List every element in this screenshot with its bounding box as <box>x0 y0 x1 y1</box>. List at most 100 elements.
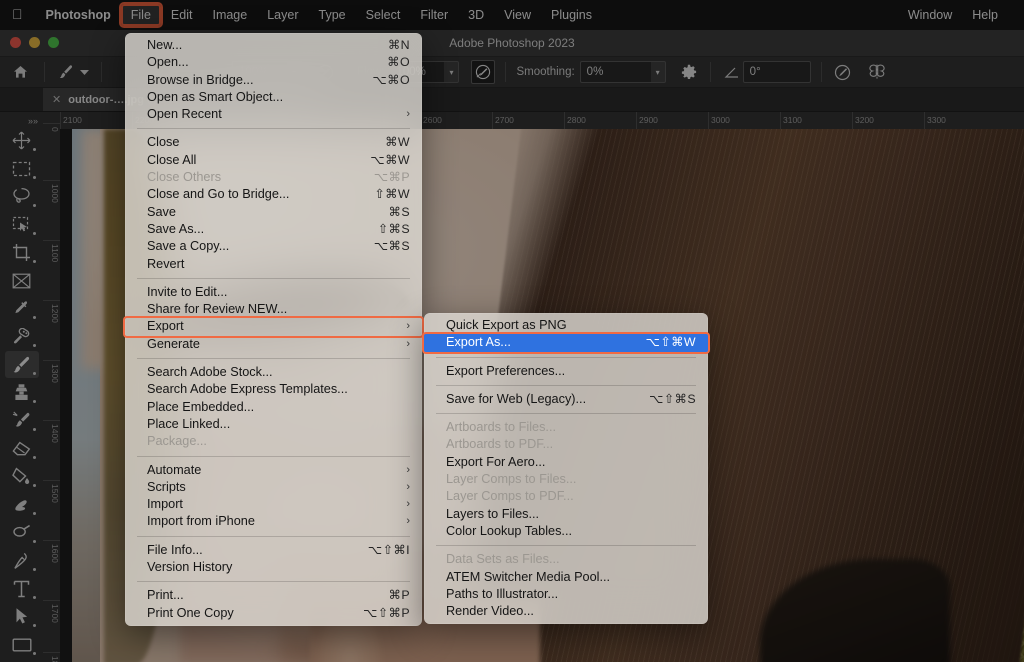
close-icon[interactable]: ✕ <box>52 93 61 106</box>
menu-separator <box>436 545 696 546</box>
menubar-item-filter[interactable]: Filter <box>410 4 458 26</box>
chevron-down-icon[interactable] <box>77 61 91 83</box>
file-menu-item-print[interactable]: Print...⌘P <box>125 587 422 604</box>
file-menu-item-scripts[interactable]: Scripts› <box>125 479 422 496</box>
blur-tool[interactable] <box>5 491 39 518</box>
pen-tool[interactable] <box>5 547 39 574</box>
angle-value[interactable]: 0° <box>743 61 811 83</box>
menubar-item-3d[interactable]: 3D <box>458 4 494 26</box>
menubar-item-select[interactable]: Select <box>356 4 411 26</box>
file-menu-item-import[interactable]: Import› <box>125 496 422 513</box>
file-menu-item-share-for-review-new[interactable]: Share for Review NEW... <box>125 301 422 318</box>
export-menu-item-atem-switcher-media-pool[interactable]: ATEM Switcher Media Pool... <box>424 569 708 586</box>
menubar-item-plugins[interactable]: Plugins <box>541 4 602 26</box>
gradient-tool[interactable] <box>5 463 39 490</box>
type-tool[interactable] <box>5 575 39 602</box>
minimize-window-button[interactable] <box>29 37 40 48</box>
file-menu-item-search-adobe-stock[interactable]: Search Adobe Stock... <box>125 364 422 381</box>
spot-healing-brush-tool[interactable] <box>5 323 39 350</box>
double-chevron-right-icon[interactable]: »» <box>0 114 43 127</box>
close-window-button[interactable] <box>10 37 21 48</box>
brush-tool[interactable] <box>5 351 39 378</box>
clone-stamp-tool[interactable] <box>5 379 39 406</box>
pressure-for-size-button[interactable] <box>826 57 860 87</box>
object-selection-tool[interactable] <box>5 211 39 238</box>
file-menu-item-automate[interactable]: Automate› <box>125 462 422 479</box>
frame-tool[interactable] <box>5 267 39 294</box>
move-tool[interactable] <box>5 127 39 154</box>
dodge-tool[interactable] <box>5 519 39 546</box>
maximize-window-button[interactable] <box>48 37 59 48</box>
file-menu-item-generate[interactable]: Generate› <box>125 336 422 353</box>
file-menu-item-browse-in-bridge[interactable]: Browse in Bridge...⌥⌘O <box>125 72 422 89</box>
airbrush-icon <box>471 60 495 84</box>
smoothing-field[interactable]: 0% ▾ <box>580 61 666 83</box>
file-menu-item-open[interactable]: Open...⌘O <box>125 54 422 71</box>
file-menu-item-save-as[interactable]: Save As...⇧⌘S <box>125 221 422 238</box>
file-menu-item-new[interactable]: New...⌘N <box>125 37 422 54</box>
file-menu-item-print-one-copy[interactable]: Print One Copy⌥⇧⌘P <box>125 605 422 622</box>
smoothing-field-group[interactable]: Smoothing: 0% ▾ <box>510 57 671 87</box>
export-menu-item-quick-export-as-png[interactable]: Quick Export as PNG <box>424 317 708 334</box>
file-menu-item-search-adobe-express-templates[interactable]: Search Adobe Express Templates... <box>125 381 422 398</box>
eraser-tool[interactable] <box>5 435 39 462</box>
file-menu-item-place-linked[interactable]: Place Linked... <box>125 416 422 433</box>
lasso-tool[interactable] <box>5 183 39 210</box>
file-menu-item-export[interactable]: Export› <box>125 318 422 335</box>
export-submenu-dropdown[interactable]: Quick Export as PNGExport As...⌥⇧⌘W Expor… <box>424 313 708 624</box>
home-button[interactable] <box>0 57 40 87</box>
brush-preset-picker[interactable] <box>49 57 97 87</box>
menu-separator <box>137 278 410 279</box>
menubar-item-file[interactable]: File <box>121 4 161 26</box>
menubar-item-view[interactable]: View <box>494 4 541 26</box>
file-menu-item-open-as-smart-object[interactable]: Open as Smart Object... <box>125 89 422 106</box>
menu-item-label: Automate <box>147 462 382 479</box>
apple-logo-icon[interactable]:  <box>0 7 36 21</box>
export-menu-item-layers-to-files[interactable]: Layers to Files... <box>424 506 708 523</box>
export-menu-item-export-preferences[interactable]: Export Preferences... <box>424 363 708 380</box>
file-menu-item-open-recent[interactable]: Open Recent› <box>125 106 422 123</box>
menubar-item-type[interactable]: Type <box>309 4 356 26</box>
brush-angle-group[interactable]: 0° <box>715 57 817 87</box>
shape-tool[interactable] <box>5 631 39 658</box>
file-menu-item-version-history[interactable]: Version History <box>125 559 422 576</box>
export-menu-item-paths-to-illustrator[interactable]: Paths to Illustrator... <box>424 586 708 603</box>
chevron-down-icon[interactable]: ▾ <box>651 61 666 83</box>
smoothing-options-button[interactable] <box>672 57 706 87</box>
export-menu-item-render-video[interactable]: Render Video... <box>424 603 708 620</box>
smoothing-value[interactable]: 0% <box>580 61 651 83</box>
file-menu-item-save-a-copy[interactable]: Save a Copy...⌥⌘S <box>125 238 422 255</box>
file-menu-item-close-all[interactable]: Close All⌥⌘W <box>125 152 422 169</box>
file-menu-item-file-info[interactable]: File Info...⌥⇧⌘I <box>125 542 422 559</box>
export-menu-item-color-lookup-tables[interactable]: Color Lookup Tables... <box>424 523 708 540</box>
eyedropper-tool[interactable] <box>5 295 39 322</box>
chevron-down-icon[interactable]: ▾ <box>444 61 459 83</box>
vruler-tick-1300: 1300 <box>43 361 60 383</box>
export-menu-item-save-for-web-legacy[interactable]: Save for Web (Legacy)...⌥⇧⌘S <box>424 391 708 408</box>
menu-separator <box>137 536 410 537</box>
menubar-item-layer[interactable]: Layer <box>257 4 308 26</box>
file-menu-item-invite-to-edit[interactable]: Invite to Edit... <box>125 284 422 301</box>
menubar-item-window[interactable]: Window <box>898 4 962 26</box>
file-menu-dropdown[interactable]: New...⌘NOpen...⌘OBrowse in Bridge...⌥⌘OO… <box>125 33 422 626</box>
file-menu-item-close[interactable]: Close⌘W <box>125 134 422 151</box>
file-menu-item-place-embedded[interactable]: Place Embedded... <box>125 399 422 416</box>
file-menu-item-import-from-iphone[interactable]: Import from iPhone› <box>125 513 422 530</box>
menubar-app-name[interactable]: Photoshop <box>36 4 121 26</box>
menubar-item-help[interactable]: Help <box>962 4 1008 26</box>
file-menu-item-close-and-go-to-bridge[interactable]: Close and Go to Bridge...⇧⌘W <box>125 186 422 203</box>
path-selection-tool[interactable] <box>5 603 39 630</box>
menubar-item-edit[interactable]: Edit <box>161 4 203 26</box>
vertical-ruler[interactable]: 0 1000 1100 1200 1300 1400 1500 1600 170… <box>43 112 61 662</box>
symmetry-button[interactable] <box>860 57 894 87</box>
file-menu-item-revert[interactable]: Revert <box>125 256 422 273</box>
file-menu-item-save[interactable]: Save⌘S <box>125 204 422 221</box>
tools-panel: »» <box>0 112 44 662</box>
history-brush-tool[interactable] <box>5 407 39 434</box>
rectangular-marquee-tool[interactable] <box>5 155 39 182</box>
export-menu-item-export-for-aero[interactable]: Export For Aero... <box>424 454 708 471</box>
export-menu-item-export-as[interactable]: Export As...⌥⇧⌘W <box>424 334 708 351</box>
menubar-item-image[interactable]: Image <box>202 4 257 26</box>
crop-tool[interactable] <box>5 239 39 266</box>
airbrush-button[interactable] <box>465 57 501 87</box>
